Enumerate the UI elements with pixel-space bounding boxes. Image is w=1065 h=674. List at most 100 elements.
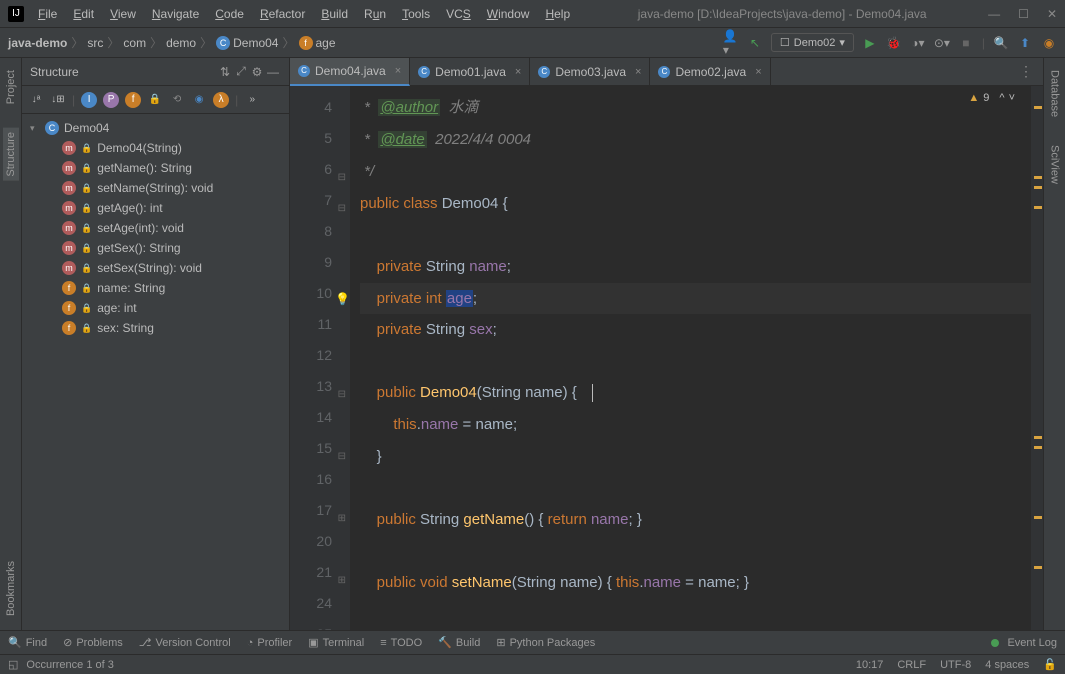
close-icon[interactable]: ✕: [1047, 7, 1057, 21]
tree-member[interactable]: m🔒setSex(String): void: [22, 258, 289, 278]
tool-problems[interactable]: ⊘ Problems: [63, 636, 123, 649]
tree-member[interactable]: m🔒getName(): String: [22, 158, 289, 178]
tab-close-icon[interactable]: ×: [395, 65, 401, 77]
sidetab-project[interactable]: Project: [3, 66, 19, 108]
tool-eventlog[interactable]: Event Log: [991, 637, 1057, 649]
tree-member[interactable]: m🔒setName(String): void: [22, 178, 289, 198]
fold-icon[interactable]: ⊟: [338, 441, 346, 472]
update-icon[interactable]: ⬆: [1017, 35, 1033, 51]
bc-member[interactable]: fage: [299, 36, 336, 50]
sidetab-database[interactable]: Database: [1047, 66, 1063, 121]
tree-member[interactable]: m🔒getSex(): String: [22, 238, 289, 258]
fold-expand-icon[interactable]: ⊞: [338, 503, 346, 534]
tool-profiler[interactable]: ◔ Profiler: [247, 637, 293, 649]
status-readonly-icon[interactable]: 🔓: [1043, 658, 1057, 671]
more-tabs-icon[interactable]: ⋮: [1009, 63, 1043, 80]
filter-props-icon[interactable]: P: [103, 92, 119, 108]
menu-vcs[interactable]: VCS: [440, 5, 477, 23]
fold-icon[interactable]: ⊟: [338, 162, 346, 193]
debug-icon[interactable]: 🐞: [886, 35, 902, 51]
more-icon[interactable]: »: [244, 92, 260, 108]
user-icon[interactable]: 👤▾: [723, 35, 739, 51]
filter-inherited-icon[interactable]: ⟲: [169, 92, 185, 108]
fold-icon[interactable]: ⊟: [338, 379, 346, 410]
fold-icon[interactable]: ⊟: [338, 627, 346, 630]
editor-tab[interactable]: CDemo02.java×: [650, 58, 770, 86]
tab-close-icon[interactable]: ×: [635, 66, 641, 78]
menu-build[interactable]: Build: [315, 5, 354, 23]
menu-view[interactable]: View: [104, 5, 142, 23]
hide-icon[interactable]: —: [265, 64, 281, 80]
structure-tool-window: Structure ⇅ ⤢ ⚙ — ↓ᵃ ↓⊞ | I P f 🔒 ⟲ ◉ λ …: [22, 58, 290, 630]
fold-icon[interactable]: ⊟: [338, 193, 346, 224]
menu-navigate[interactable]: Navigate: [146, 5, 205, 23]
profile-icon[interactable]: ⊙▾: [934, 35, 950, 51]
menu-help[interactable]: Help: [539, 5, 576, 23]
status-indent[interactable]: 4 spaces: [985, 659, 1029, 671]
run-config-select[interactable]: ☐ Demo02 ▾: [771, 33, 854, 52]
menu-window[interactable]: Window: [481, 5, 536, 23]
bc-src[interactable]: src: [87, 36, 103, 50]
editor-tab[interactable]: CDemo03.java×: [530, 58, 650, 86]
sort-visibility-icon[interactable]: ↓⊞: [50, 92, 66, 108]
coverage-icon[interactable]: ◑▾: [910, 35, 926, 51]
tool-vcs[interactable]: ⎇ Version Control: [139, 636, 231, 649]
bc-project[interactable]: java-demo: [8, 36, 67, 50]
menu-tools[interactable]: Tools: [396, 5, 436, 23]
filter-anon-icon[interactable]: ◉: [191, 92, 207, 108]
status-caret-pos[interactable]: 10:17: [856, 659, 884, 671]
menu-file[interactable]: File: [32, 5, 63, 23]
filter-classes-icon[interactable]: I: [81, 92, 97, 108]
tree-member[interactable]: m🔒Demo04(String): [22, 138, 289, 158]
tool-find[interactable]: 🔍 Find: [8, 636, 47, 649]
tool-python[interactable]: ⊞ Python Packages: [496, 636, 595, 649]
sidetab-structure[interactable]: Structure: [3, 128, 19, 181]
tree-member[interactable]: m🔒setAge(int): void: [22, 218, 289, 238]
tool-todo[interactable]: ≡ TODO: [380, 637, 422, 649]
tree-member[interactable]: f🔒sex: String: [22, 318, 289, 338]
code-editor[interactable]: * @author 水滴 * @date 2022/4/4 0004 */ pu…: [350, 86, 1043, 630]
stop-icon[interactable]: ■: [958, 35, 974, 51]
tree-root[interactable]: ▾CDemo04: [22, 118, 289, 138]
sidetab-bookmarks[interactable]: Bookmarks: [3, 557, 19, 620]
editor-tab[interactable]: CDemo01.java×: [410, 58, 530, 86]
status-encoding[interactable]: UTF-8: [940, 659, 971, 671]
error-stripe[interactable]: [1031, 86, 1043, 630]
menu-edit[interactable]: Edit: [67, 5, 100, 23]
tree-member[interactable]: f🔒name: String: [22, 278, 289, 298]
collapse-icon[interactable]: ⤢: [233, 64, 249, 80]
tab-close-icon[interactable]: ×: [515, 66, 521, 78]
ide-icon[interactable]: ◉: [1041, 35, 1057, 51]
filter-fields-icon[interactable]: f: [125, 92, 141, 108]
intention-bulb-icon[interactable]: 💡: [335, 284, 350, 315]
status-line-sep[interactable]: CRLF: [897, 659, 926, 671]
java-class-icon: C: [538, 66, 550, 78]
bc-class[interactable]: CDemo04: [216, 36, 278, 50]
hammer-icon[interactable]: ↖: [747, 35, 763, 51]
tool-terminal[interactable]: ▣ Terminal: [308, 636, 364, 649]
menu-refactor[interactable]: Refactor: [254, 5, 311, 23]
bc-demo[interactable]: demo: [166, 36, 196, 50]
tree-member[interactable]: m🔒getAge(): int: [22, 198, 289, 218]
tab-close-icon[interactable]: ×: [755, 66, 761, 78]
bc-com[interactable]: com: [123, 36, 146, 50]
expand-icon[interactable]: ⇅: [217, 64, 233, 80]
settings-icon[interactable]: ⚙: [249, 64, 265, 80]
fold-expand-icon[interactable]: ⊞: [338, 565, 346, 596]
search-icon[interactable]: 🔍: [993, 35, 1009, 51]
minimize-icon[interactable]: —: [988, 7, 1000, 21]
filter-lambda-icon[interactable]: λ: [213, 92, 229, 108]
tool-build[interactable]: 🔨 Build: [438, 636, 480, 649]
filter-lock-icon[interactable]: 🔒: [147, 92, 163, 108]
menu-code[interactable]: Code: [209, 5, 250, 23]
editor-tab[interactable]: CDemo04.java×: [290, 58, 410, 86]
sidetab-sciview[interactable]: SciView: [1047, 141, 1063, 188]
sort-icon[interactable]: ↓ᵃ: [28, 92, 44, 108]
tree-member[interactable]: f🔒age: int: [22, 298, 289, 318]
menu-run[interactable]: Run: [358, 5, 392, 23]
breadcrumb: java-demo〉 src〉 com〉 demo〉 CDemo04〉 fage: [8, 34, 336, 51]
maximize-icon[interactable]: ☐: [1018, 7, 1029, 21]
status-window-icon[interactable]: ◱: [8, 658, 18, 671]
run-icon[interactable]: ▶: [862, 35, 878, 51]
inspection-indicator[interactable]: ▲9 ^˅: [968, 92, 1015, 104]
